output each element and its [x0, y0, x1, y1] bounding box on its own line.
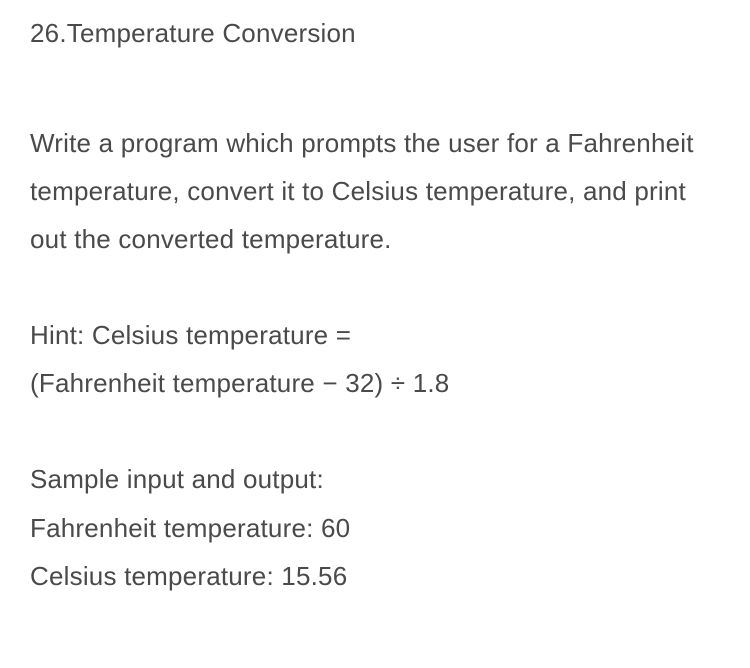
hint-line-2: (Fahrenheit temperature − 32) ÷ 1.8: [30, 359, 720, 407]
hint-block: Hint: Celsius temperature = (Fahrenheit …: [30, 311, 720, 407]
hint-line-1: Hint: Celsius temperature =: [30, 311, 720, 359]
sample-heading: Sample input and output:: [30, 455, 720, 503]
problem-description: Write a program which prompts the user f…: [30, 119, 720, 263]
sample-block: Sample input and output: Fahrenheit temp…: [30, 455, 720, 599]
problem-title: 26.Temperature Conversion: [30, 18, 720, 49]
sample-output: Celsius temperature: 15.56: [30, 552, 720, 600]
sample-input: Fahrenheit temperature: 60: [30, 504, 720, 552]
